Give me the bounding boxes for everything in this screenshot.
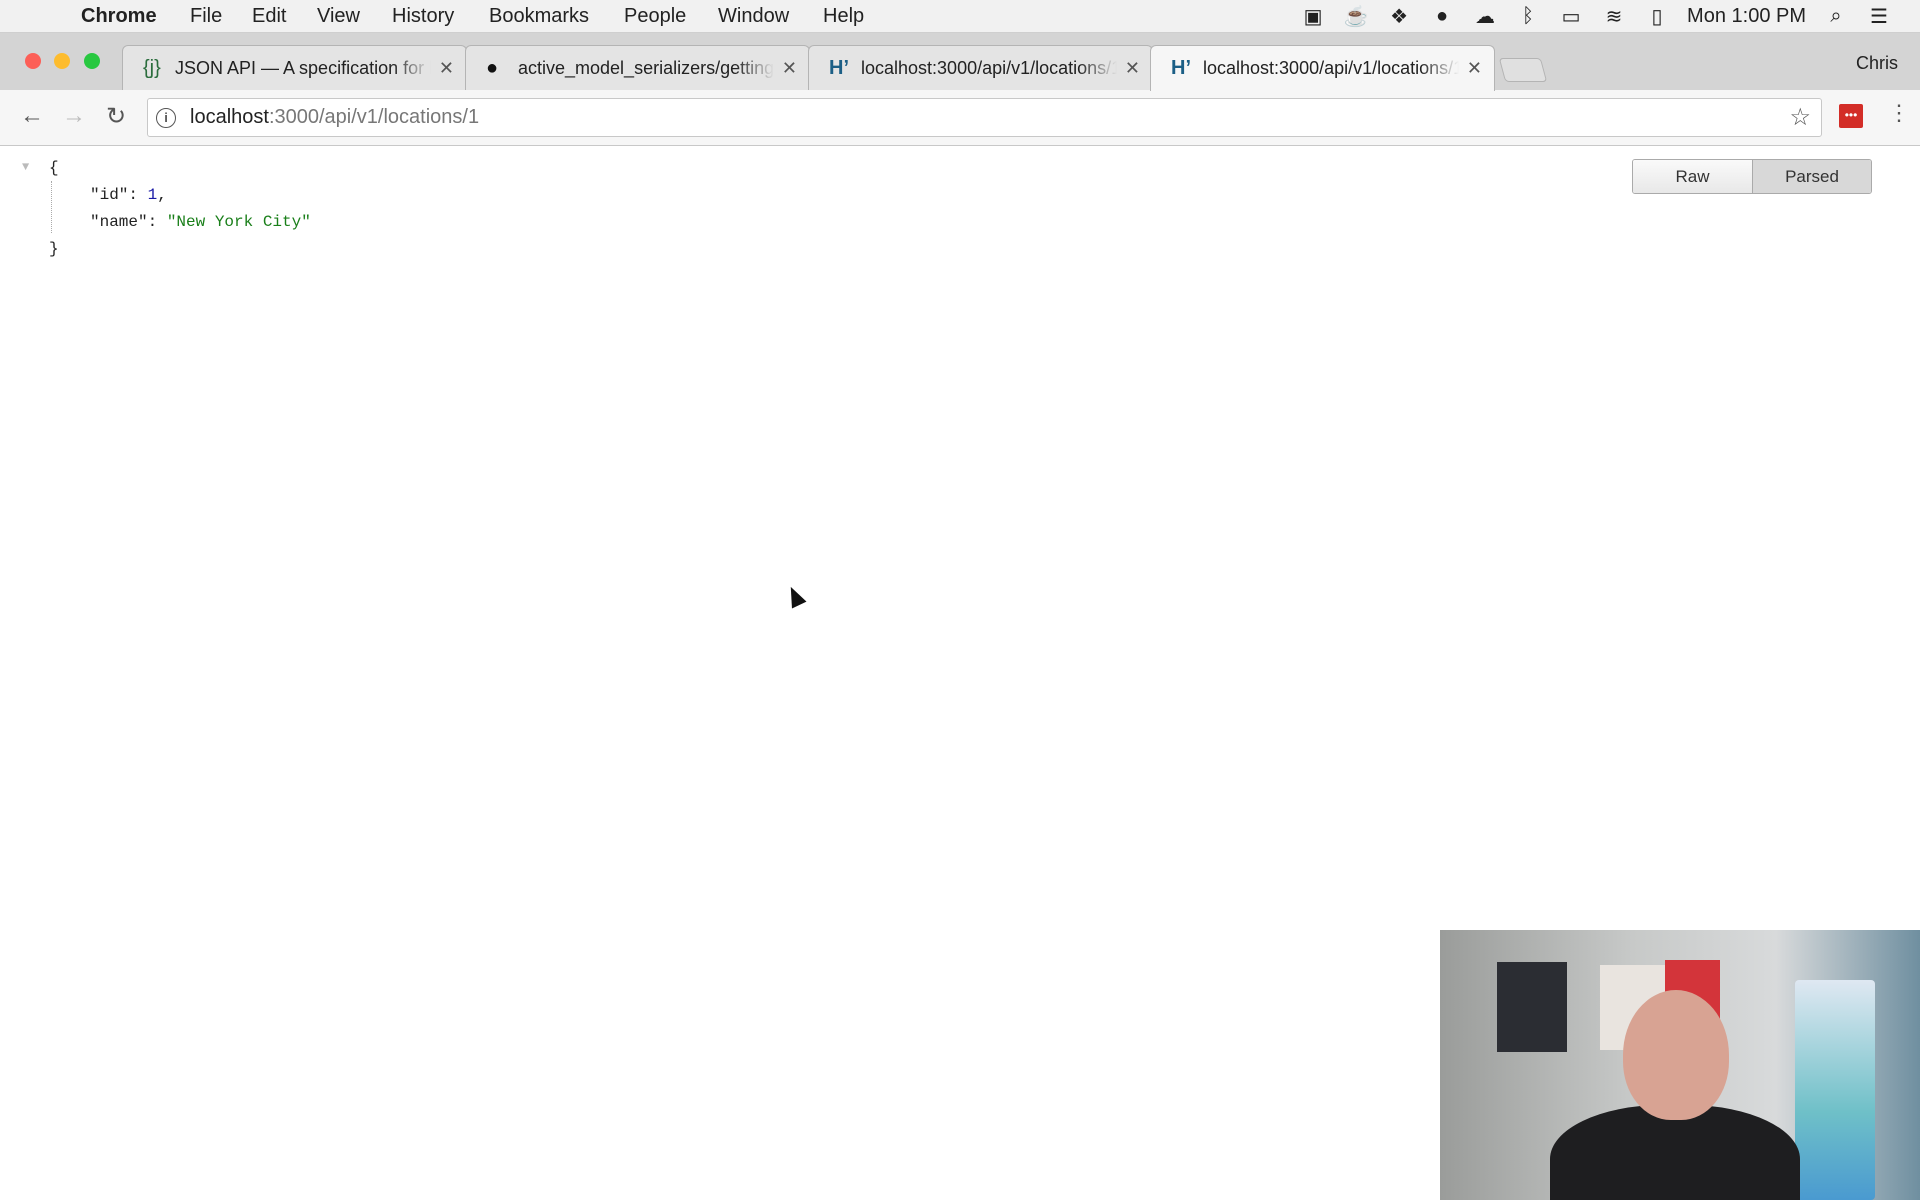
bookmark-star-icon[interactable]: ☆ — [1789, 103, 1811, 132]
dropbox-icon[interactable]: ❖ — [1386, 4, 1412, 29]
json-view-toggle: Raw Parsed — [1632, 159, 1872, 194]
collapse-triangle-icon[interactable]: ▼ — [22, 154, 29, 181]
menu-window[interactable]: Window — [718, 5, 789, 28]
wifi-icon[interactable]: ≋ — [1601, 4, 1627, 29]
forward-button[interactable]: → — [62, 102, 86, 130]
json-field-id: "id": 1, — [90, 186, 167, 204]
close-tab-icon[interactable]: ✕ — [1467, 58, 1482, 79]
menu-chrome[interactable]: Chrome — [81, 5, 157, 28]
parsed-button[interactable]: Parsed — [1752, 160, 1871, 193]
tab-title: localhost:3000/api/v1/locations/1 — [1203, 58, 1459, 78]
back-button[interactable]: ← — [20, 102, 44, 130]
json-number-value: 1 — [147, 186, 158, 204]
json-field-name: "name": "New York City" — [90, 213, 311, 231]
url-host: localhost — [190, 106, 269, 128]
cloud-icon[interactable]: ☁ — [1472, 4, 1498, 29]
tab-localhost-locations[interactable]: H’ localhost:3000/api/v1/locations/1 ✕ — [808, 45, 1153, 90]
json-api-favicon-icon: {j} — [143, 56, 161, 79]
battery-icon[interactable]: ▯ — [1644, 4, 1670, 29]
tab-active-model-serializers[interactable]: ● active_model_serializers/getting_start… — [465, 45, 810, 90]
clock[interactable]: Mon 1:00 PM — [1687, 5, 1806, 28]
raw-button[interactable]: Raw — [1633, 160, 1752, 193]
tab-title: localhost:3000/api/v1/locations/1 — [861, 57, 1117, 78]
heroku-favicon-icon: H’ — [1171, 57, 1191, 79]
profile-button[interactable]: Chris — [1856, 53, 1898, 74]
new-tab-button[interactable] — [1498, 58, 1548, 82]
browser-toolbar: ← → ↻ i localhost:3000/api/v1/locations/… — [0, 90, 1920, 146]
lastpass-extension-icon[interactable]: ••• — [1839, 104, 1863, 128]
coffee-icon[interactable]: ☕ — [1343, 4, 1369, 29]
close-window-button[interactable] — [25, 53, 41, 69]
url-path: :3000/api/v1/locations/1 — [268, 106, 480, 128]
chrome-menu-icon[interactable]: ⋮ — [1888, 100, 1910, 126]
menu-bookmarks[interactable]: Bookmarks — [489, 5, 589, 28]
reload-button[interactable]: ↻ — [106, 102, 126, 131]
tab-localhost-locations-active[interactable]: H’ localhost:3000/api/v1/locations/1 ✕ — [1150, 45, 1495, 91]
address-bar[interactable]: i localhost:3000/api/v1/locations/1 ☆ — [147, 98, 1822, 137]
close-tab-icon[interactable]: ✕ — [782, 58, 797, 79]
menu-edit[interactable]: Edit — [252, 5, 286, 28]
notification-center-icon[interactable]: ☰ — [1866, 4, 1892, 29]
info-icon[interactable]: i — [156, 107, 176, 128]
json-viewer: ▼ { "id": 1, "name": "New York City" } — [22, 155, 311, 263]
json-close-brace: } — [49, 240, 59, 258]
webcam-overlay — [1440, 930, 1920, 1200]
macos-menu-bar: Chrome File Edit View History Bookmarks … — [0, 0, 1920, 33]
airplay-icon[interactable]: ▭ — [1558, 4, 1584, 29]
tab-strip: {j} JSON API — A specification for build… — [0, 33, 1920, 91]
heroku-favicon-icon: H’ — [829, 56, 849, 79]
json-key: "id" — [90, 186, 129, 204]
menu-history[interactable]: History — [392, 5, 454, 28]
zoom-window-button[interactable] — [84, 53, 100, 69]
menu-people[interactable]: People — [624, 5, 686, 28]
close-tab-icon[interactable]: ✕ — [439, 58, 454, 79]
close-tab-icon[interactable]: ✕ — [1125, 58, 1140, 79]
json-key: "name" — [90, 213, 148, 231]
tab-json-api[interactable]: {j} JSON API — A specification for build… — [122, 45, 467, 90]
json-open-brace: { — [49, 159, 59, 177]
bell-icon[interactable]: ● — [1429, 5, 1455, 28]
github-icon: ● — [486, 56, 499, 79]
menu-view[interactable]: View — [317, 5, 360, 28]
tab-title: active_model_serializers/getting_started — [518, 57, 774, 78]
json-string-value: "New York City" — [166, 213, 311, 231]
minimize-window-button[interactable] — [54, 53, 70, 69]
bluetooth-icon[interactable]: ᛒ — [1515, 5, 1541, 28]
menu-file[interactable]: File — [190, 5, 222, 28]
menu-help[interactable]: Help — [823, 5, 864, 28]
spotlight-search-icon[interactable]: ⌕ — [1823, 5, 1849, 28]
camera-icon[interactable]: ▣ — [1300, 4, 1326, 29]
tab-title: JSON API — A specification for building … — [175, 57, 431, 78]
